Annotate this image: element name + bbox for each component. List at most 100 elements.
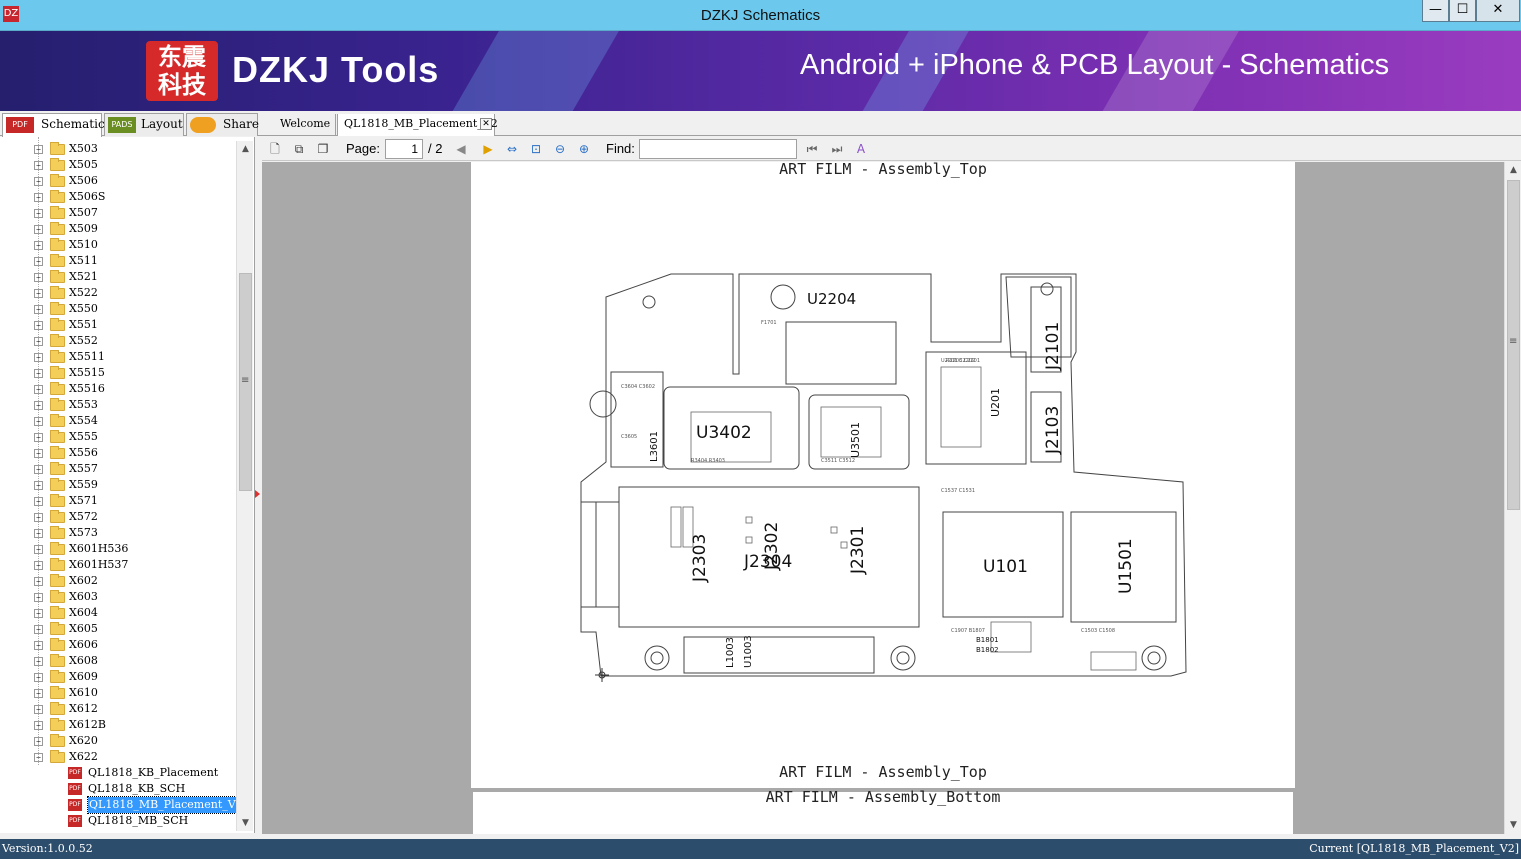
tree-folder-x554[interactable]: + X554 bbox=[0, 413, 236, 429]
pdf-file-icon: PDF bbox=[68, 815, 82, 827]
tree-folder-x603[interactable]: + X603 bbox=[0, 589, 236, 605]
tree-folder-x571[interactable]: + X571 bbox=[0, 493, 236, 509]
folder-icon bbox=[50, 142, 65, 155]
copy-icon[interactable]: ⧉ bbox=[290, 140, 308, 158]
tree-file-item[interactable]: PDF QL1818_KB_SCH bbox=[0, 781, 236, 797]
tree-folder-x604[interactable]: + X604 bbox=[0, 605, 236, 621]
open-icon[interactable]: 🗋 bbox=[266, 140, 284, 158]
tree-file-item[interactable]: PDF QL1818_KB_Placement bbox=[0, 765, 236, 781]
folder-icon bbox=[50, 446, 65, 459]
page-total: / 2 bbox=[428, 141, 443, 156]
pdf-file-icon: PDF bbox=[68, 767, 82, 779]
folder-icon bbox=[50, 222, 65, 235]
close-tab-icon[interactable]: ✕ bbox=[480, 118, 492, 130]
tree-folder-x612[interactable]: + X612 bbox=[0, 701, 236, 717]
close-button[interactable]: ✕ bbox=[1476, 0, 1520, 22]
folder-icon bbox=[50, 398, 65, 411]
tree-folder-x521[interactable]: + X521 bbox=[0, 269, 236, 285]
minimize-button[interactable]: — bbox=[1422, 0, 1449, 22]
page-input[interactable]: 1 bbox=[385, 139, 423, 159]
doc-tab-welcome-label: Welcome bbox=[280, 117, 331, 130]
maximize-button[interactable]: ☐ bbox=[1449, 0, 1476, 22]
tree-folder-x601h536[interactable]: + X601H536 bbox=[0, 541, 236, 557]
tree-folder-x505[interactable]: + X505 bbox=[0, 157, 236, 173]
prev-page-icon[interactable]: ◀ bbox=[452, 140, 470, 158]
tree-file-label: QL1818_MB_SCH bbox=[88, 814, 189, 827]
tree-folder-label: X601H537 bbox=[69, 558, 129, 571]
tree-folder-x555[interactable]: + X555 bbox=[0, 429, 236, 445]
find-first-icon[interactable]: ⏮ bbox=[803, 140, 821, 158]
tree-folder-label: X521 bbox=[69, 270, 98, 283]
tree-folder-x506s[interactable]: + X506S bbox=[0, 189, 236, 205]
fit-page-icon[interactable]: ⊡ bbox=[527, 140, 545, 158]
tree-folder-x622[interactable]: − X622 bbox=[0, 749, 236, 765]
doc-tab-placement[interactable]: QL1818_MB_Placement_V2 ✕ bbox=[337, 114, 498, 136]
tree-folder-x522[interactable]: + X522 bbox=[0, 285, 236, 301]
panel-splitter[interactable] bbox=[255, 137, 262, 833]
tree-folder-x557[interactable]: + X557 bbox=[0, 461, 236, 477]
zoom-out-icon[interactable]: ⊖ bbox=[551, 140, 569, 158]
tree-folder-x511[interactable]: + X511 bbox=[0, 253, 236, 269]
tree-folder-x605[interactable]: + X605 bbox=[0, 621, 236, 637]
svg-text:C1907 B1807: C1907 B1807 bbox=[951, 628, 985, 634]
tab-share[interactable]: Share bbox=[186, 113, 259, 136]
folder-icon bbox=[50, 206, 65, 219]
next-page-icon[interactable]: ▶ bbox=[479, 140, 497, 158]
tree-folder-x506[interactable]: + X506 bbox=[0, 173, 236, 189]
tree-folder-x509[interactable]: + X509 bbox=[0, 221, 236, 237]
tree-folder-x610[interactable]: + X610 bbox=[0, 685, 236, 701]
tab-layout[interactable]: PADS Layout bbox=[104, 113, 184, 136]
scroll-down-icon[interactable]: ▼ bbox=[238, 815, 253, 831]
tree-folder-x507[interactable]: + X507 bbox=[0, 205, 236, 221]
scroll-down-icon[interactable]: ▼ bbox=[1506, 817, 1521, 833]
tree-file-item[interactable]: PDF QL1818_MB_Placement_V2 bbox=[0, 796, 245, 814]
tree-file-item[interactable]: PDF QL1818_MB_SCH bbox=[0, 813, 236, 829]
folder-icon bbox=[50, 606, 65, 619]
tree-folder-x606[interactable]: + X606 bbox=[0, 637, 236, 653]
tab-schematic[interactable]: PDF Schematic bbox=[2, 113, 105, 137]
tree-folder-x573[interactable]: + X573 bbox=[0, 525, 236, 541]
tree-scrollbar[interactable]: ▲ ≡ ▼ bbox=[236, 141, 253, 831]
tree-folder-x620[interactable]: + X620 bbox=[0, 733, 236, 749]
tree-folder-x551[interactable]: + X551 bbox=[0, 317, 236, 333]
tree-folder-x602[interactable]: + X602 bbox=[0, 573, 236, 589]
tree-folder-label: X5511 bbox=[69, 350, 105, 363]
tree-folder-x553[interactable]: + X553 bbox=[0, 397, 236, 413]
doc-tab-welcome[interactable]: Welcome bbox=[266, 114, 336, 136]
tree-folder-x5511[interactable]: + X5511 bbox=[0, 349, 236, 365]
tree-folder-label: X553 bbox=[69, 398, 98, 411]
find-input[interactable] bbox=[639, 139, 797, 159]
tree-folder-x609[interactable]: + X609 bbox=[0, 669, 236, 685]
folder-icon bbox=[50, 254, 65, 267]
tree-folder-x608[interactable]: + X608 bbox=[0, 653, 236, 669]
zoom-in-icon[interactable]: ⊕ bbox=[575, 140, 593, 158]
scroll-up-icon[interactable]: ▲ bbox=[238, 141, 253, 157]
tree-folder-x601h537[interactable]: + X601H537 bbox=[0, 557, 236, 573]
tree-folder-x5516[interactable]: + X5516 bbox=[0, 381, 236, 397]
tree-folder-x510[interactable]: + X510 bbox=[0, 237, 236, 253]
pads-icon: PADS bbox=[108, 117, 136, 133]
window-title: DZKJ Schematics bbox=[700, 7, 821, 24]
viewer-scrollbar[interactable]: ▲ ≡ ▼ bbox=[1504, 162, 1521, 834]
tree-folder-x503[interactable]: + X503 bbox=[0, 141, 236, 157]
tree-folder-x550[interactable]: + X550 bbox=[0, 301, 236, 317]
banner-stripe bbox=[429, 31, 631, 111]
scroll-up-icon[interactable]: ▲ bbox=[1506, 162, 1521, 178]
app-window: DZ DZKJ Schematics — ☐ ✕ 东震 科技 DZKJ Tools… bbox=[0, 0, 1521, 859]
grip-icon: ≡ bbox=[241, 375, 250, 386]
find-last-icon[interactable]: ⏭ bbox=[828, 140, 846, 158]
fit-width-icon[interactable]: ⇔ bbox=[503, 140, 521, 158]
tree-folder-x552[interactable]: + X552 bbox=[0, 333, 236, 349]
tree-folder-x5515[interactable]: + X5515 bbox=[0, 365, 236, 381]
document-viewer[interactable]: ART FILM - Assembly_Top C3604 C3602 C360… bbox=[262, 162, 1504, 834]
tree-folder-x612b[interactable]: + X612B bbox=[0, 717, 236, 733]
tree-folder-x556[interactable]: + X556 bbox=[0, 445, 236, 461]
splitter-arrow-icon[interactable] bbox=[255, 490, 260, 498]
tree-folder-x559[interactable]: + X559 bbox=[0, 477, 236, 493]
tree-folder-x572[interactable]: + X572 bbox=[0, 509, 236, 525]
tree-folder-label: X556 bbox=[69, 446, 98, 459]
tree-folder-label: X572 bbox=[69, 510, 98, 523]
tab-row: PDF Schematic PADS Layout Share Welcome … bbox=[0, 111, 1521, 137]
text-style-icon[interactable]: A bbox=[852, 140, 870, 158]
pages-icon[interactable]: ❐ bbox=[314, 140, 332, 158]
